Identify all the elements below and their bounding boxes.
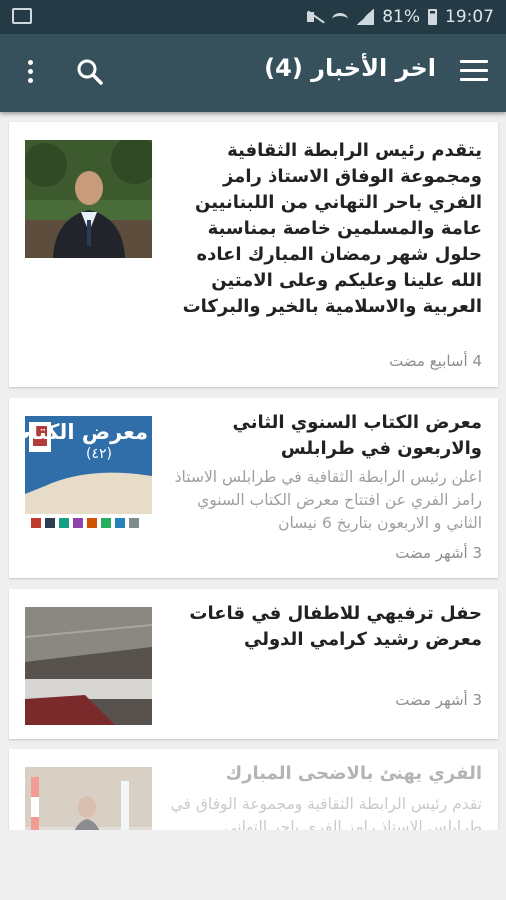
news-list: يتقدم رئيس الرابطة الثقافية ومجموعة الوف… (0, 112, 506, 830)
search-icon[interactable] (76, 58, 104, 86)
list-item[interactable]: الفري يهنئ بالاضحى المبارك تقدم رئيس الر… (9, 749, 498, 830)
status-icons: 81% 19:07 (306, 7, 494, 27)
signal-icon (356, 9, 375, 25)
article-title: حفل ترفيهي للاطفال في قاعات معرض رشيد كر… (189, 603, 482, 650)
mute-icon (306, 9, 324, 25)
article-thumbnail (25, 607, 152, 725)
wifi-icon (332, 12, 349, 26)
clock: 19:07 (445, 7, 494, 27)
article-excerpt: اعلن رئيس الرابطة الثقافية في طرابلس الا… (174, 468, 482, 532)
article-time: 3 أشهر مضت (395, 544, 482, 562)
app-toolbar: اخر الأخبار (4) (0, 34, 506, 112)
notification-icon (12, 8, 32, 24)
article-time: 4 أسابيع مضت (389, 352, 482, 370)
thumbnail-subheading: (٤٢) (86, 446, 112, 462)
list-item[interactable]: حفل ترفيهي للاطفال في قاعات معرض رشيد كر… (9, 589, 498, 739)
battery-percent: 81% (382, 7, 420, 27)
status-bar: 81% 19:07 (0, 0, 506, 34)
loading-overlay (9, 749, 498, 830)
list-item[interactable]: معرض الكتاب (٤٢) معرض الكتاب السنوي الثا… (9, 398, 498, 578)
article-title: معرض الكتاب السنوي الثاني والاربعون في ط… (232, 412, 483, 459)
battery-icon (428, 9, 437, 25)
article-thumbnail: معرض الكتاب (٤٢) (25, 416, 152, 534)
thumbnail-heading: معرض الكتاب (25, 420, 148, 444)
article-time: 3 أشهر مضت (395, 691, 482, 709)
list-item[interactable]: يتقدم رئيس الرابطة الثقافية ومجموعة الوف… (9, 122, 498, 387)
page-title: اخر الأخبار (4) (264, 54, 436, 82)
article-title: يتقدم رئيس الرابطة الثقافية ومجموعة الوف… (182, 140, 482, 317)
hamburger-menu-icon[interactable] (460, 60, 488, 82)
more-vert-icon[interactable] (20, 58, 40, 86)
article-thumbnail (25, 140, 152, 258)
